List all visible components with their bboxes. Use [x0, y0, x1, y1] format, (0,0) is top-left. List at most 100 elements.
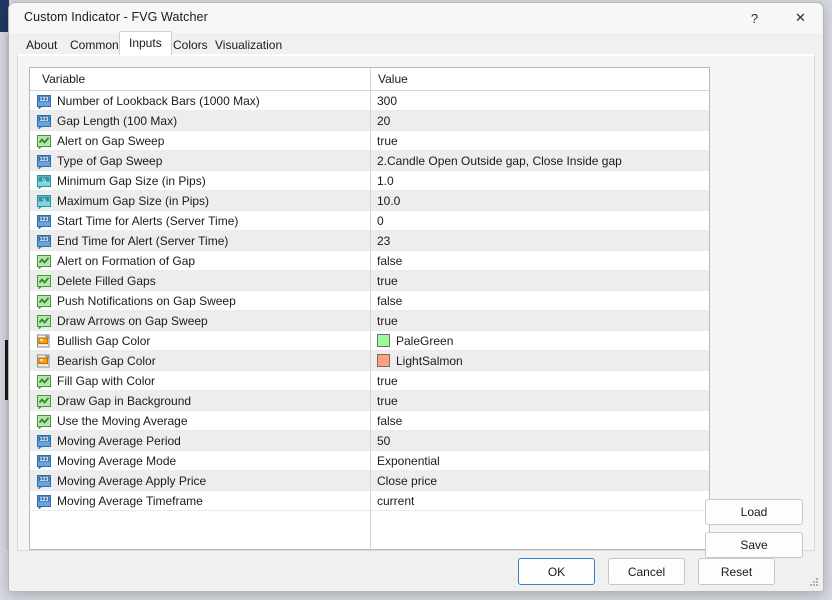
variable-cell: Draw Gap in Background: [30, 391, 371, 411]
boolean-icon: [36, 253, 52, 269]
value-cell[interactable]: false: [371, 251, 709, 271]
integer-icon: 123: [36, 93, 52, 109]
grip-dot: [810, 584, 812, 586]
value-label: Close price: [377, 473, 438, 488]
value-label: 2.Candle Open Outside gap, Close Inside …: [377, 153, 622, 168]
value-label: 1.0: [377, 173, 394, 188]
tab-visualization[interactable]: Visualization: [206, 35, 291, 55]
variable-label: Alert on Gap Sweep: [57, 133, 165, 148]
value-cell[interactable]: false: [371, 411, 709, 431]
value-cell[interactable]: PaleGreen: [371, 331, 709, 351]
variable-label: Use the Moving Average: [57, 413, 188, 428]
value-label: false: [377, 293, 403, 308]
close-button[interactable]: ✕: [778, 3, 823, 33]
value-cell[interactable]: 23: [371, 231, 709, 251]
tab-inputs[interactable]: Inputs: [119, 31, 172, 55]
value-cell[interactable]: LightSalmon: [371, 351, 709, 371]
value-cell[interactable]: 1.0: [371, 171, 709, 191]
value-label: Exponential: [377, 453, 440, 468]
variable-cell: 123 Number of Lookback Bars (1000 Max): [30, 91, 371, 111]
double-icon: ½: [36, 193, 52, 209]
load-button[interactable]: Load: [705, 499, 803, 525]
variable-label: Type of Gap Sweep: [57, 153, 163, 168]
grip-dot: [813, 584, 815, 586]
variable-cell: Fill Gap with Color: [30, 371, 371, 391]
variable-cell: Push Notifications on Gap Sweep: [30, 291, 371, 311]
value-cell[interactable]: 50: [371, 431, 709, 451]
value-cell[interactable]: true: [371, 311, 709, 331]
tab-about[interactable]: About: [17, 35, 66, 55]
value-label: false: [377, 413, 403, 428]
variable-cell: Bullish Gap Color: [30, 331, 371, 351]
variable-label: Push Notifications on Gap Sweep: [57, 293, 236, 308]
integer-icon: 123: [36, 433, 52, 449]
variable-label: Fill Gap with Color: [57, 373, 156, 388]
boolean-icon: [36, 413, 52, 429]
title-bar: Custom Indicator - FVG Watcher ? ✕: [9, 3, 823, 34]
value-label: 50: [377, 433, 391, 448]
color-icon: [36, 333, 52, 349]
value-label: 300: [377, 93, 398, 108]
value-cell[interactable]: 300: [371, 91, 709, 111]
value-cell[interactable]: 2.Candle Open Outside gap, Close Inside …: [371, 151, 709, 171]
grip-dot: [813, 581, 815, 583]
value-cell[interactable]: current: [371, 491, 709, 511]
grip-dot: [816, 581, 818, 583]
variable-label: Maximum Gap Size (in Pips): [57, 193, 210, 208]
integer-icon: 123: [36, 473, 52, 489]
value-label: PaleGreen: [396, 333, 454, 348]
svg-text:123: 123: [40, 97, 49, 103]
variable-cell: 123 Moving Average Mode: [30, 451, 371, 471]
variable-cell: ½ Maximum Gap Size (in Pips): [30, 191, 371, 211]
variable-label: Moving Average Period: [57, 433, 181, 448]
value-label: 23: [377, 233, 391, 248]
ok-button[interactable]: OK: [518, 558, 595, 585]
parameters-grid[interactable]: Variable Value 123 Number of Lookback Bar…: [29, 67, 710, 550]
value-cell[interactable]: Close price: [371, 471, 709, 491]
resize-grip[interactable]: [808, 576, 820, 588]
value-cell[interactable]: 0: [371, 211, 709, 231]
svg-text:123: 123: [40, 497, 49, 503]
value-cell[interactable]: 10.0: [371, 191, 709, 211]
boolean-icon: [36, 393, 52, 409]
color-swatch[interactable]: [377, 354, 390, 367]
value-label: true: [377, 393, 398, 408]
value-label: 0: [377, 213, 384, 228]
double-icon: ½: [36, 173, 52, 189]
value-cell[interactable]: 20: [371, 111, 709, 131]
value-cell[interactable]: Exponential: [371, 451, 709, 471]
tab-common[interactable]: Common: [61, 35, 128, 55]
color-swatch[interactable]: [377, 334, 390, 347]
variable-cell: 123 Type of Gap Sweep: [30, 151, 371, 171]
variable-cell: Bearish Gap Color: [30, 351, 371, 371]
variable-label: Moving Average Timeframe: [57, 493, 203, 508]
integer-icon: 123: [36, 233, 52, 249]
integer-icon: 123: [36, 153, 52, 169]
value-cell[interactable]: true: [371, 271, 709, 291]
column-splitter[interactable]: [370, 68, 371, 549]
variable-label: Moving Average Apply Price: [57, 473, 207, 488]
svg-text:123: 123: [40, 117, 49, 123]
variable-label: Alert on Formation of Gap: [57, 253, 196, 268]
value-cell[interactable]: false: [371, 291, 709, 311]
grip-dot: [816, 578, 818, 580]
inputs-panel: Variable Value 123 Number of Lookback Bar…: [17, 55, 815, 558]
cancel-button[interactable]: Cancel: [608, 558, 685, 585]
help-button[interactable]: ?: [732, 3, 777, 33]
integer-icon: 123: [36, 453, 52, 469]
svg-text:½: ½: [42, 196, 47, 203]
value-cell[interactable]: true: [371, 131, 709, 151]
value-cell[interactable]: true: [371, 371, 709, 391]
boolean-icon: [36, 313, 52, 329]
reset-button[interactable]: Reset: [698, 558, 775, 585]
column-header-variable: Variable: [42, 71, 86, 86]
variable-cell: 123 Moving Average Apply Price: [30, 471, 371, 491]
variable-label: Bearish Gap Color: [57, 353, 156, 368]
value-label: false: [377, 253, 403, 268]
value-label: 10.0: [377, 193, 401, 208]
variable-cell: 123 Start Time for Alerts (Server Time): [30, 211, 371, 231]
value-label: true: [377, 133, 398, 148]
variable-label: Start Time for Alerts (Server Time): [57, 213, 239, 228]
value-label: 20: [377, 113, 391, 128]
value-cell[interactable]: true: [371, 391, 709, 411]
